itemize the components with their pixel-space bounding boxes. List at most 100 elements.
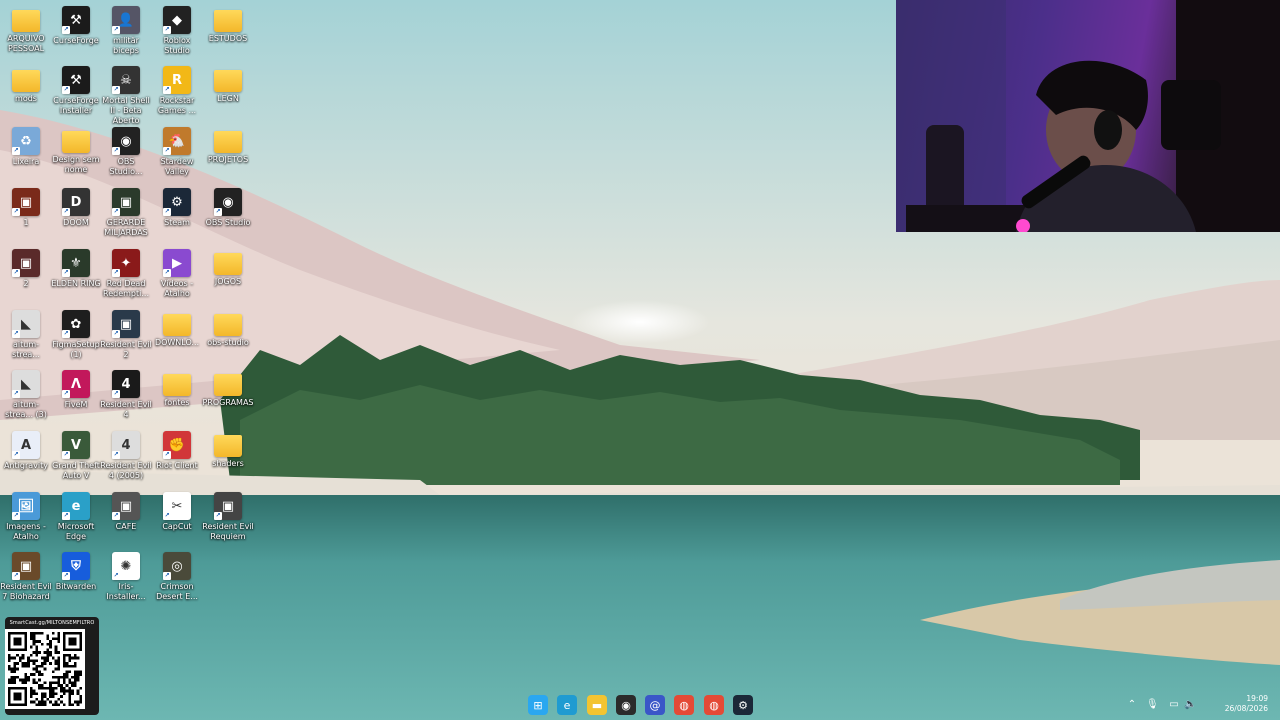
desktop-icon[interactable]: ✿ ↗ FigmaSetup (1) bbox=[50, 308, 102, 360]
desktop-icon[interactable]: fontes bbox=[151, 368, 203, 408]
desktop-icon-label: Riot Client bbox=[156, 461, 198, 470]
app-icon: ◣ ↗ bbox=[12, 370, 40, 398]
desktop-icon[interactable]: D ↗ DOOM bbox=[50, 186, 102, 228]
shortcut-arrow-icon: ↗ bbox=[112, 451, 120, 459]
steam-taskbar[interactable]: ⚙ bbox=[733, 695, 753, 715]
desktop-icon[interactable]: ESTUDOS bbox=[202, 4, 254, 44]
desktop-icon[interactable]: ▣ ↗ Resident Evil 2 bbox=[100, 308, 152, 360]
explorer-taskbar[interactable]: ▬ bbox=[587, 695, 607, 715]
desktop-icon[interactable]: shaders bbox=[202, 429, 254, 469]
desktop-icon[interactable]: ✂ ↗ CapCut bbox=[151, 490, 203, 532]
desktop-icon-label: PROJETOS bbox=[207, 155, 249, 164]
taskbar: ⊞ e ▬ ◉ @ ◍ ◍ ⚙ ⌃ 🎙 ▭ 🔈 19:09 26/08/2026 bbox=[0, 690, 1280, 720]
desktop-icon[interactable]: ▣ ↗ Resident Evil Requiem bbox=[202, 490, 254, 542]
desktop-icon[interactable]: DOWNLO... bbox=[151, 308, 203, 348]
desktop-icon[interactable]: ☠ ↗ Mortal Shell II - Beta Aberto bbox=[100, 64, 152, 126]
desktop-icon[interactable]: ◣ ↗ aitum-strea... bbox=[0, 308, 52, 360]
desktop-icon-label: DOWNLO... bbox=[154, 338, 200, 347]
desktop-icon[interactable]: ▣ ↗ Resident Evil 7 Biohazard bbox=[0, 550, 52, 602]
desktop-icon-label: Resident Evil 4 bbox=[100, 400, 152, 419]
app-taskbar[interactable]: @ bbox=[645, 695, 665, 715]
desktop-icon-label: Vídeos - Atalho bbox=[160, 279, 194, 298]
folder-icon bbox=[12, 10, 40, 32]
shortcut-arrow-icon: ↗ bbox=[163, 269, 171, 277]
desktop-icon[interactable]: ▣ ↗ 1 bbox=[0, 186, 52, 228]
obs-taskbar[interactable]: ◉ bbox=[616, 695, 636, 715]
desktop-icon[interactable]: ⚒ ↗ CurseForge Installer bbox=[50, 64, 102, 116]
desktop-icon[interactable]: 🖼 ↗ Imagens - Atalho bbox=[0, 490, 52, 542]
shortcut-arrow-icon: ↗ bbox=[163, 26, 171, 34]
desktop-icon[interactable]: 🐔 ↗ Stardew Valley bbox=[151, 125, 203, 177]
shortcut-arrow-icon: ↗ bbox=[112, 208, 120, 216]
desktop-icon[interactable]: e ↗ Microsoft Edge bbox=[50, 490, 102, 542]
app-icon: D ↗ bbox=[62, 188, 90, 216]
app-icon: ▣ ↗ bbox=[112, 188, 140, 216]
shortcut-arrow-icon: ↗ bbox=[62, 26, 70, 34]
desktop-icon[interactable]: ⚙ ↗ Steam bbox=[151, 186, 203, 228]
desktop-icon[interactable]: ARQUIVO PESSOAL bbox=[0, 4, 52, 54]
start-button[interactable]: ⊞ bbox=[528, 695, 548, 715]
desktop-icon[interactable]: Design sem nome bbox=[50, 125, 102, 175]
chevron-up-icon[interactable]: ⌃ bbox=[1126, 699, 1138, 711]
shortcut-arrow-icon: ↗ bbox=[112, 330, 120, 338]
desktop-icon[interactable]: ◎ ↗ Crimson Desert E... bbox=[151, 550, 203, 602]
desktop-icon[interactable]: ▣ ↗ GERARDE MILJARDAS bbox=[100, 186, 152, 238]
app-icon: e ↗ bbox=[62, 492, 90, 520]
desktop-icon[interactable]: obs-studio bbox=[202, 308, 254, 348]
desktop-icon-label: CAFE bbox=[115, 522, 137, 531]
desktop-icon[interactable]: LEGN bbox=[202, 64, 254, 104]
desktop-icon[interactable]: ▶ ↗ Vídeos - Atalho bbox=[151, 247, 203, 299]
desktop-icon-label: ARQUIVO PESSOAL bbox=[7, 34, 45, 53]
app-icon: ◆ ↗ bbox=[163, 6, 191, 34]
desktop-icon-label: GERARDE MILJARDAS bbox=[104, 218, 148, 237]
desktop-icon[interactable]: ▣ ↗ 2 bbox=[0, 247, 52, 289]
desktop-icon-label: shaders bbox=[212, 459, 244, 468]
desktop-icon-label: Roblox Studio bbox=[163, 36, 191, 55]
desktop-icon[interactable]: JOGOS bbox=[202, 247, 254, 287]
desktop-icon[interactable]: ▣ ↗ CAFE bbox=[100, 490, 152, 532]
network-icon[interactable]: ▭ bbox=[1168, 699, 1180, 711]
desktop-icon[interactable]: V ↗ Grand Theft Auto V bbox=[50, 429, 102, 481]
desktop-icon[interactable]: 4 ↗ Resident Evil 4 (2005) bbox=[100, 429, 152, 481]
desktop-icon[interactable]: 👤 ↗ militär biceps bbox=[100, 4, 152, 56]
app-icon: ▣ ↗ bbox=[112, 310, 140, 338]
desktop-icon[interactable]: ◉ ↗ OBS Studio bbox=[202, 186, 254, 228]
desktop-icon[interactable]: ♻ ↗ Lixeira bbox=[0, 125, 52, 167]
desktop-icon[interactable]: ◉ ↗ OBS Studio... bbox=[100, 125, 152, 177]
desktop-icon[interactable]: mods bbox=[0, 64, 52, 104]
desktop-icon-label: obs-studio bbox=[207, 338, 249, 347]
folder-icon bbox=[163, 314, 191, 336]
desktop-icon-label: OBS Studio bbox=[205, 218, 251, 227]
desktop-icon[interactable]: ⚜ ↗ ELDEN RING bbox=[50, 247, 102, 289]
desktop-icon-label: LEGN bbox=[217, 94, 239, 103]
volume-icon[interactable]: 🔈 bbox=[1184, 699, 1196, 711]
shortcut-arrow-icon: ↗ bbox=[214, 512, 222, 520]
chrome-taskbar[interactable]: ◍ bbox=[674, 695, 694, 715]
desktop-icon[interactable]: A ↗ Antigravity bbox=[0, 429, 52, 471]
folder-icon bbox=[214, 314, 242, 336]
microphone-icon[interactable]: 🎙 bbox=[1146, 699, 1159, 711]
app-icon: ◉ ↗ bbox=[112, 127, 140, 155]
app-icon: ◎ ↗ bbox=[163, 552, 191, 580]
desktop-icon[interactable]: R ↗ Rockstar Games ... bbox=[151, 64, 203, 116]
desktop-icon[interactable]: ✺ ↗ Iris-Installer... bbox=[100, 550, 152, 602]
desktop-icon[interactable]: ⚒ ↗ CurseForge bbox=[50, 4, 102, 46]
clock[interactable]: 19:09 26/08/2026 bbox=[1225, 694, 1268, 714]
desktop-icon[interactable]: ✦ ↗ Red Dead Redempti... bbox=[100, 247, 152, 299]
desktop-icon[interactable]: ⛨ ↗ Bitwarden bbox=[50, 550, 102, 592]
app-icon: ✿ ↗ bbox=[62, 310, 90, 338]
desktop-icon[interactable]: Λ ↗ FiveM bbox=[50, 368, 102, 410]
app-icon: ◉ ↗ bbox=[214, 188, 242, 216]
desktop-icon[interactable]: ✊ ↗ Riot Client bbox=[151, 429, 203, 471]
shortcut-arrow-icon: ↗ bbox=[163, 451, 171, 459]
desktop-icon[interactable]: ◣ ↗ aitum-strea... (3) bbox=[0, 368, 52, 420]
edge-taskbar[interactable]: e bbox=[557, 695, 577, 715]
desktop-icon[interactable]: 4 ↗ Resident Evil 4 bbox=[100, 368, 152, 420]
app-icon: ▣ ↗ bbox=[214, 492, 242, 520]
chrome-profile-taskbar[interactable]: ◍ bbox=[704, 695, 724, 715]
shortcut-arrow-icon: ↗ bbox=[62, 330, 70, 338]
desktop-icon[interactable]: ◆ ↗ Roblox Studio bbox=[151, 4, 203, 56]
app-icon: ◣ ↗ bbox=[12, 310, 40, 338]
desktop-icon[interactable]: PROGRAMAS bbox=[202, 368, 254, 408]
desktop-icon[interactable]: PROJETOS bbox=[202, 125, 254, 165]
